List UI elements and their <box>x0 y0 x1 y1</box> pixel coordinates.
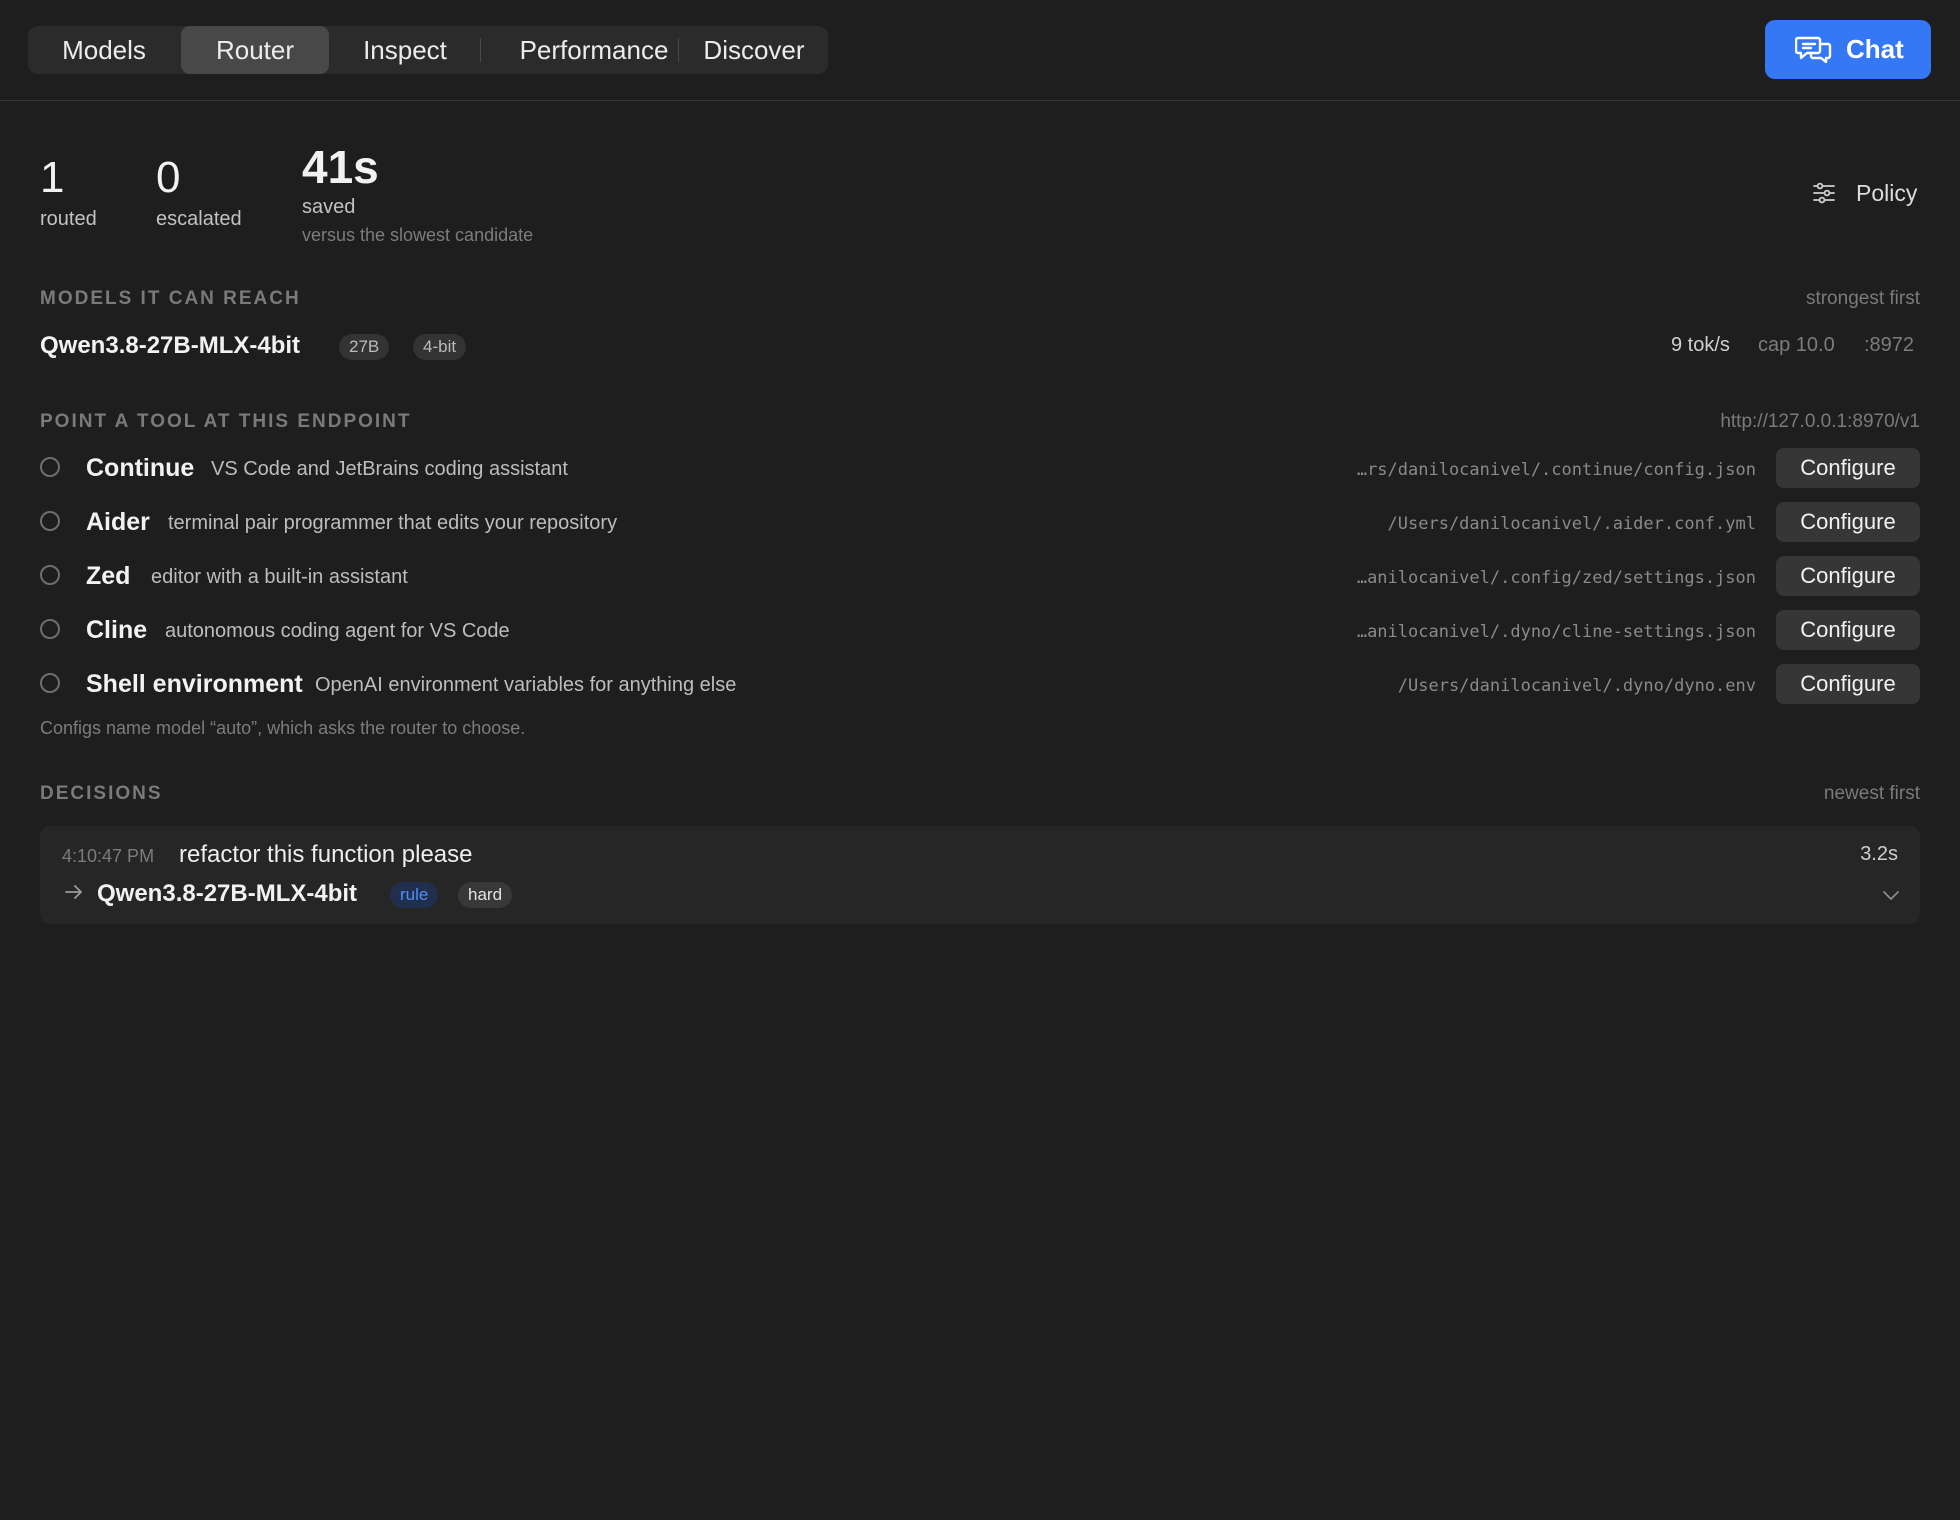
tool-radio[interactable] <box>40 619 60 639</box>
tool-radio[interactable] <box>40 457 60 477</box>
tool-config-path: …anilocanivel/.dyno/cline-settings.json <box>1356 622 1756 642</box>
tool-name: Shell environment <box>86 670 303 698</box>
tool-config-path: /Users/danilocanivel/.aider.conf.yml <box>1387 514 1756 534</box>
tab-divider <box>480 38 481 62</box>
tool-config-path: …anilocanivel/.config/zed/settings.json <box>1356 568 1756 588</box>
tool-description: autonomous coding agent for VS Code <box>165 620 510 642</box>
models-section-title: MODELS IT CAN REACH <box>40 288 301 309</box>
policy-button[interactable]: Policy <box>1812 176 1922 212</box>
tab-inspect[interactable]: Inspect <box>334 26 476 74</box>
tool-description: terminal pair programmer that edits your… <box>168 512 618 534</box>
tool-name: Cline <box>86 616 148 644</box>
tab-performance[interactable]: Performance <box>484 26 704 74</box>
tool-row-continue: Continue VS Code and JetBrains coding as… <box>40 446 1920 492</box>
chat-bubbles-icon <box>1794 34 1833 71</box>
tool-description: VS Code and JetBrains coding assistant <box>211 458 568 480</box>
chat-button-label: Chat <box>1846 34 1904 64</box>
tool-row-cline: Cline autonomous coding agent for VS Cod… <box>40 608 1920 654</box>
tool-name: Continue <box>86 454 195 482</box>
decision-prompt: refactor this function please <box>179 841 473 868</box>
model-cap: cap 10.0 <box>1758 334 1835 356</box>
decision-time: 4:10:47 PM <box>62 846 155 866</box>
arrow-right-icon <box>64 884 84 905</box>
tool-description: OpenAI environment variables for anythin… <box>315 674 737 696</box>
decisions-section-title: DECISIONS <box>40 783 163 804</box>
tool-name: Zed <box>86 562 131 590</box>
decision-model: Qwen3.8-27B-MLX-4bit <box>97 880 358 907</box>
configure-button[interactable]: Configure <box>1776 610 1920 650</box>
escalated-count: 0 <box>156 153 181 202</box>
endpoint-section-title: POINT A TOOL AT THIS ENDPOINT <box>40 411 412 432</box>
top-bar: Models Router Inspect Performance Discov… <box>0 0 1960 101</box>
saved-time: 41s <box>302 141 379 193</box>
tool-row-zed: Zed editor with a built-in assistant …an… <box>40 554 1920 600</box>
tool-radio[interactable] <box>40 565 60 585</box>
tool-row-shell-environment: Shell environment OpenAI environment var… <box>40 662 1920 708</box>
chat-button[interactable]: Chat <box>1765 20 1931 79</box>
configure-button[interactable]: Configure <box>1776 556 1920 596</box>
decision-duration: 3.2s <box>1860 843 1898 865</box>
decision-item[interactable]: 4:10:47 PM refactor this function please… <box>40 826 1920 924</box>
sliders-icon <box>1812 182 1836 209</box>
configure-button[interactable]: Configure <box>1776 502 1920 542</box>
model-quant-badge: 4-bit <box>413 334 467 360</box>
tab-discover[interactable]: Discover <box>684 26 824 74</box>
tool-name: Aider <box>86 508 150 536</box>
model-speed: 9 tok/s <box>1671 334 1730 356</box>
configs-note: Configs name model “auto”, which asks th… <box>40 718 526 738</box>
model-name: Qwen3.8-27B-MLX-4bit <box>40 332 301 359</box>
tool-description: editor with a built-in assistant <box>151 566 408 588</box>
models-sort-label: strongest first <box>1805 288 1920 309</box>
tool-config-path: …rs/danilocanivel/.continue/config.json <box>1356 460 1756 480</box>
routed-count: 1 <box>40 153 65 202</box>
routed-label: routed <box>40 208 97 230</box>
tab-divider <box>678 38 679 62</box>
model-port: :8972 <box>1864 334 1915 356</box>
model-size-badge: 27B <box>339 334 390 360</box>
nav-tabs: Models Router Inspect Performance Discov… <box>28 26 828 74</box>
saved-sublabel: versus the slowest candidate <box>302 225 534 245</box>
escalated-label: escalated <box>156 208 242 230</box>
decisions-sort-label: newest first <box>1823 783 1920 804</box>
decision-tag-hard: hard <box>458 882 513 908</box>
chevron-down-icon[interactable] <box>1882 888 1900 906</box>
policy-label: Policy <box>1856 180 1918 206</box>
tab-router[interactable]: Router <box>181 26 329 74</box>
tab-models[interactable]: Models <box>28 26 180 74</box>
configure-button[interactable]: Configure <box>1776 448 1920 488</box>
configure-button[interactable]: Configure <box>1776 664 1920 704</box>
tool-config-path: /Users/danilocanivel/.dyno/dyno.env <box>1397 676 1756 696</box>
tool-row-aider: Aider terminal pair programmer that edit… <box>40 500 1920 546</box>
endpoint-url: http://127.0.0.1:8970/v1 <box>1720 411 1920 432</box>
tool-radio[interactable] <box>40 673 60 693</box>
saved-label: saved <box>302 196 356 218</box>
decision-tag-rule: rule <box>390 882 439 908</box>
tool-radio[interactable] <box>40 511 60 531</box>
